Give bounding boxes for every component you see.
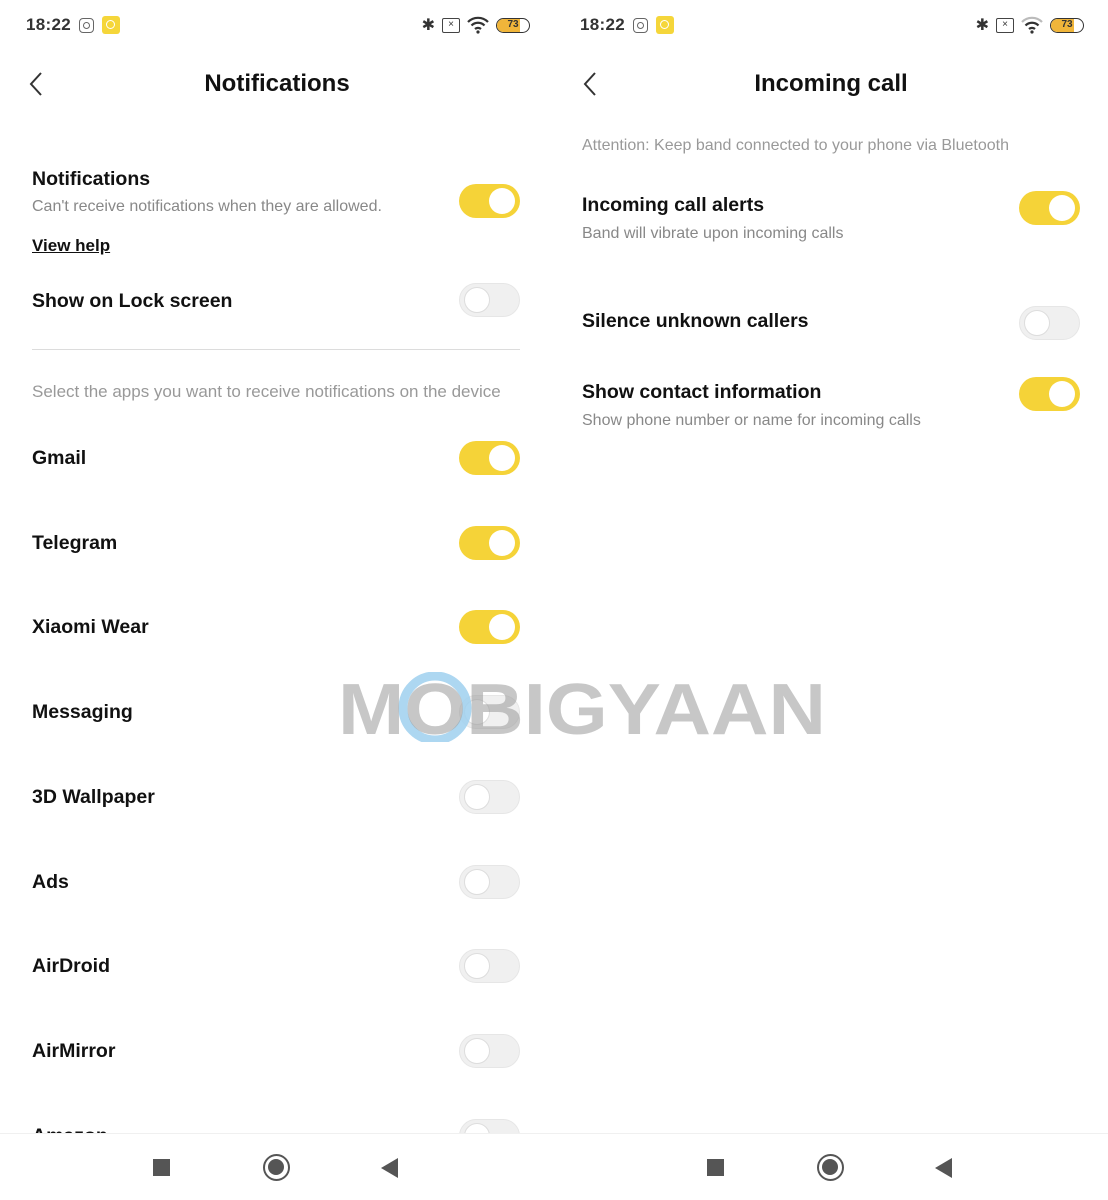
toggle-knob [489,529,515,556]
toggle-knob [489,445,515,471]
header: Notifications [0,62,554,108]
toggle-knob [464,287,490,313]
toggle-knob [1049,381,1075,407]
apps-caption: Select the apps you want to receive noti… [32,382,501,401]
app-notification-icon [101,16,120,34]
toggle-knob [464,1037,490,1064]
status-bar: 18:22 ✱ × 73 [580,12,1084,38]
app-name: Ads [32,870,69,893]
row-subtitle: Can't receive notifications when they ar… [32,198,382,215]
toggle-knob [489,614,515,641]
app-notification-icon [655,16,674,34]
nav-bar [554,1133,1108,1200]
back-button[interactable] [935,1158,952,1178]
app-notification-toggle[interactable] [459,779,520,814]
battery-icon: 73 [1050,17,1084,33]
bluetooth-icon: ✱ [421,17,435,34]
incoming-call-screen: 18:22 ✱ × 73 Incoming call Attention: Ke… [554,0,1108,1200]
wifi-icon [1021,16,1043,34]
app-name: Messaging [32,701,133,724]
toggle-knob [1024,310,1050,336]
show-contact-info-row: Show contact information Show phone numb… [582,377,1080,431]
bluetooth-icon: ✱ [975,17,989,34]
show-contact-info-toggle[interactable] [1019,377,1080,411]
incoming-call-alerts-row: Incoming call alerts Band will vibrate u… [582,191,1080,244]
app-name: AirDroid [32,955,110,978]
row-subtitle: Show phone number or name for incoming c… [582,412,921,429]
app-name: Xiaomi Wear [32,616,149,639]
lock-screen-row: Show on Lock screen [32,283,520,326]
app-notification-toggle[interactable] [459,525,520,560]
toggle-knob [1049,195,1075,221]
recents-button[interactable] [707,1159,724,1176]
row-subtitle: Band will vibrate upon incoming calls [582,225,844,242]
toggle-knob [464,699,490,726]
incoming-call-alerts-toggle[interactable] [1019,191,1080,225]
no-sim-icon: × [442,17,460,33]
battery-icon: 73 [496,17,530,33]
app-notification-toggle[interactable] [459,1033,520,1068]
lock-screen-toggle[interactable] [459,283,520,317]
toggle-knob [464,868,490,895]
silence-unknown-callers-row: Silence unknown callers [582,306,1080,340]
notifications-screen: 18:22 ✱ × 73 Notifications Notifications… [0,0,554,1200]
app-name: AirMirror [32,1039,116,1062]
app-notification-toggle[interactable] [459,441,520,475]
row-title: Show on Lock screen [32,290,233,312]
home-button[interactable] [263,1154,290,1181]
app-row: Telegram [32,525,520,560]
app-name: Gmail [32,447,87,469]
toggle-knob [464,953,490,980]
status-time: 18:22 [26,15,71,34]
app-row: AirMirror [32,1033,520,1068]
app-notification-toggle[interactable] [459,695,520,730]
row-title: Silence unknown callers [582,310,809,332]
page-title: Incoming call [754,70,908,97]
wifi-icon [467,16,489,34]
instagram-icon [632,17,648,33]
no-sim-icon: × [996,17,1014,33]
row-title: Incoming call alerts [582,194,765,216]
header: Incoming call [554,62,1108,108]
app-row: Messaging [32,695,520,730]
row-title: Notifications [32,168,151,190]
notifications-row: Notifications Can't receive notification… [32,168,520,238]
divider [32,349,520,350]
battery-level: 73 [1061,18,1073,30]
app-name: Telegram [32,531,118,554]
instagram-icon [78,17,94,33]
silence-unknown-callers-toggle[interactable] [1019,306,1080,340]
back-button[interactable] [381,1158,398,1178]
app-notification-toggle[interactable] [459,864,520,899]
home-button[interactable] [817,1154,844,1181]
app-notification-toggle[interactable] [459,610,520,645]
view-help-link[interactable]: View help [32,236,110,256]
status-bar: 18:22 ✱ × 73 [26,12,530,38]
app-name: 3D Wallpaper [32,785,155,808]
app-notification-toggle[interactable] [459,949,520,984]
app-row: Gmail [32,441,520,475]
toggle-knob [489,188,515,214]
attention-note: Attention: Keep band connected to your p… [582,137,1009,154]
recents-button[interactable] [153,1159,170,1176]
row-title: Show contact information [582,381,822,403]
nav-bar [0,1133,554,1200]
app-row: AirDroid [32,949,520,984]
battery-level: 73 [507,18,519,30]
page-title: Notifications [204,70,350,97]
app-row: Ads [32,864,520,899]
toggle-knob [464,783,490,810]
app-row: 3D Wallpaper [32,779,520,814]
app-row: Xiaomi Wear [32,610,520,645]
status-time: 18:22 [580,15,625,34]
notifications-toggle[interactable] [459,184,520,218]
